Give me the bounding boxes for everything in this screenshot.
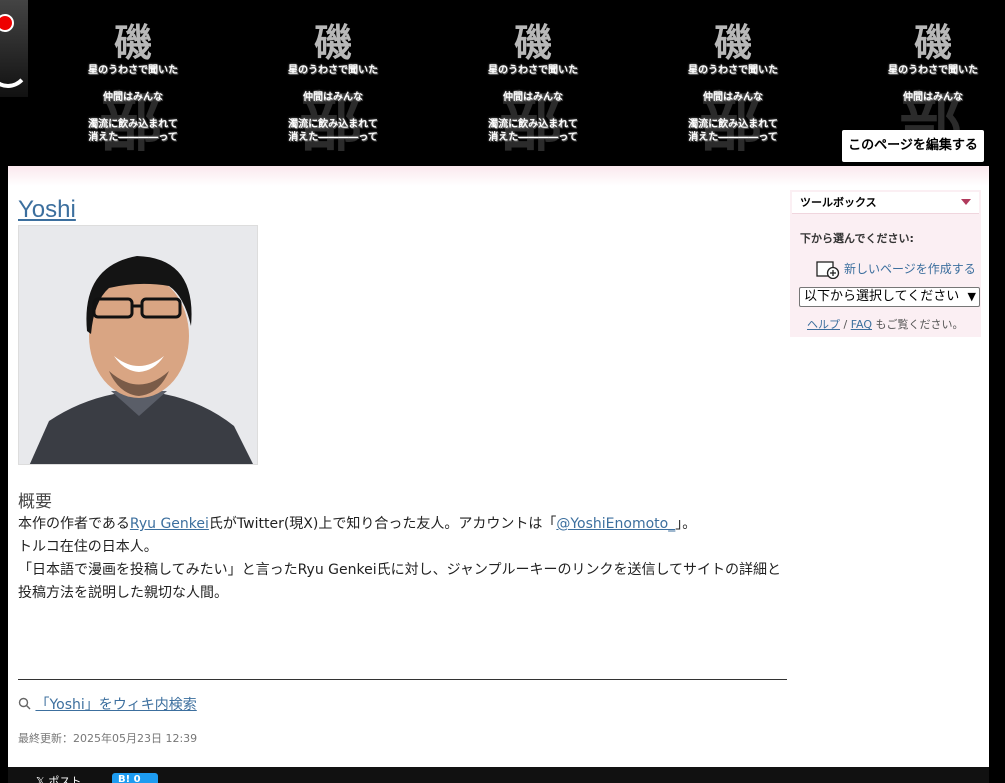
- faq-link[interactable]: FAQ: [851, 318, 872, 331]
- page-title[interactable]: Yoshi: [18, 196, 76, 224]
- person-photo-icon: [19, 226, 257, 464]
- hatena-bookmark-button[interactable]: B! 0: [112, 773, 158, 783]
- chevron-down-icon: ▼: [967, 290, 976, 303]
- section-heading-overview: 概要: [18, 492, 52, 512]
- toolbox-title: ツールボックス: [800, 196, 877, 209]
- text: 氏がTwitter(現X)上で知り合った友人。アカウントは「: [208, 516, 557, 532]
- search-link-label: 「Yoshi」をウィキ内検索: [35, 697, 197, 713]
- action-select[interactable]: 以下から選択してください ▼: [799, 287, 980, 307]
- paragraph: 「日本語で漫画を投稿してみたい」と言ったRyu Genkei氏に対し、ジャンプル…: [18, 562, 782, 601]
- new-page-icon: [816, 260, 840, 279]
- author-link[interactable]: Ryu Genkei: [130, 516, 209, 532]
- separator: /: [840, 318, 851, 331]
- share-bar: 𝕏 ポスト B! 0: [8, 767, 989, 783]
- header-banner: 部 磯 星のうわさで聞いた 仲間はみんな 濁流に飲み込まれて 消えた――――って…: [0, 0, 1005, 166]
- right-margin: [989, 166, 1005, 783]
- banner-tile: 部 磯 星のうわさで聞いた 仲間はみんな 濁流に飲み込まれて 消えた――――って: [88, 20, 178, 162]
- select-value: 以下から選択してください: [804, 289, 960, 304]
- profile-photo: [18, 225, 258, 465]
- help-suffix: もご覧ください。: [872, 318, 964, 331]
- banner-tile: 部 磯 星のうわさで聞いた 仲間はみんな 濁流に飲み込まれて 消えた――――って: [288, 20, 378, 162]
- text: 本作の作者である: [18, 516, 130, 532]
- paragraph: トルコ在住の日本人。: [18, 539, 158, 555]
- toolbox-heading[interactable]: ツールボックス: [792, 192, 979, 214]
- new-page-label: 新しいページを作成する: [844, 262, 976, 276]
- help-text: ヘルプ / FAQ もご覧ください。: [807, 316, 964, 332]
- site-logo[interactable]: [0, 0, 30, 97]
- banner-tile: 部 磯 星のうわさで聞いた 仲間はみんな 濁流に飲み込まれて 消えた――――って: [488, 20, 578, 162]
- banner-tile: 部 磯 星のうわさで聞いた 仲間はみんな 濁流に飲み込まれて 消えた――――って: [688, 20, 778, 162]
- new-page-link[interactable]: 新しいページを作成する: [816, 260, 976, 279]
- toolbox-panel: ツールボックス 下から選んでください: 新しいページを作成する 以下から選択して…: [790, 190, 981, 337]
- divider: [18, 679, 787, 680]
- account-link[interactable]: @YoshiEnomoto_: [556, 516, 675, 532]
- article-body: 本作の作者であるRyu Genkei氏がTwitter(現X)上で知り合った友人…: [18, 513, 788, 605]
- wiki-search-link[interactable]: 「Yoshi」をウィキ内検索: [18, 694, 197, 714]
- last-updated: 最終更新：2025年05月23日 12:39: [18, 732, 198, 745]
- page-content: Yoshi 概要 本作の作者であるRyu Genkei氏がTwitter(現X)…: [8, 166, 989, 767]
- text: 」。: [675, 516, 697, 532]
- toolbox-label: 下から選んでください:: [800, 232, 914, 245]
- x-post-button[interactable]: 𝕏 ポスト: [36, 773, 81, 783]
- collapse-triangle-icon[interactable]: [961, 199, 971, 205]
- paragraph: 本作の作者であるRyu Genkei氏がTwitter(現X)上で知り合った友人…: [18, 513, 788, 536]
- help-link[interactable]: ヘルプ: [807, 318, 840, 331]
- page-top-gradient: [8, 166, 989, 186]
- edit-page-button[interactable]: このページを編集する: [842, 130, 984, 162]
- search-icon: [18, 697, 31, 710]
